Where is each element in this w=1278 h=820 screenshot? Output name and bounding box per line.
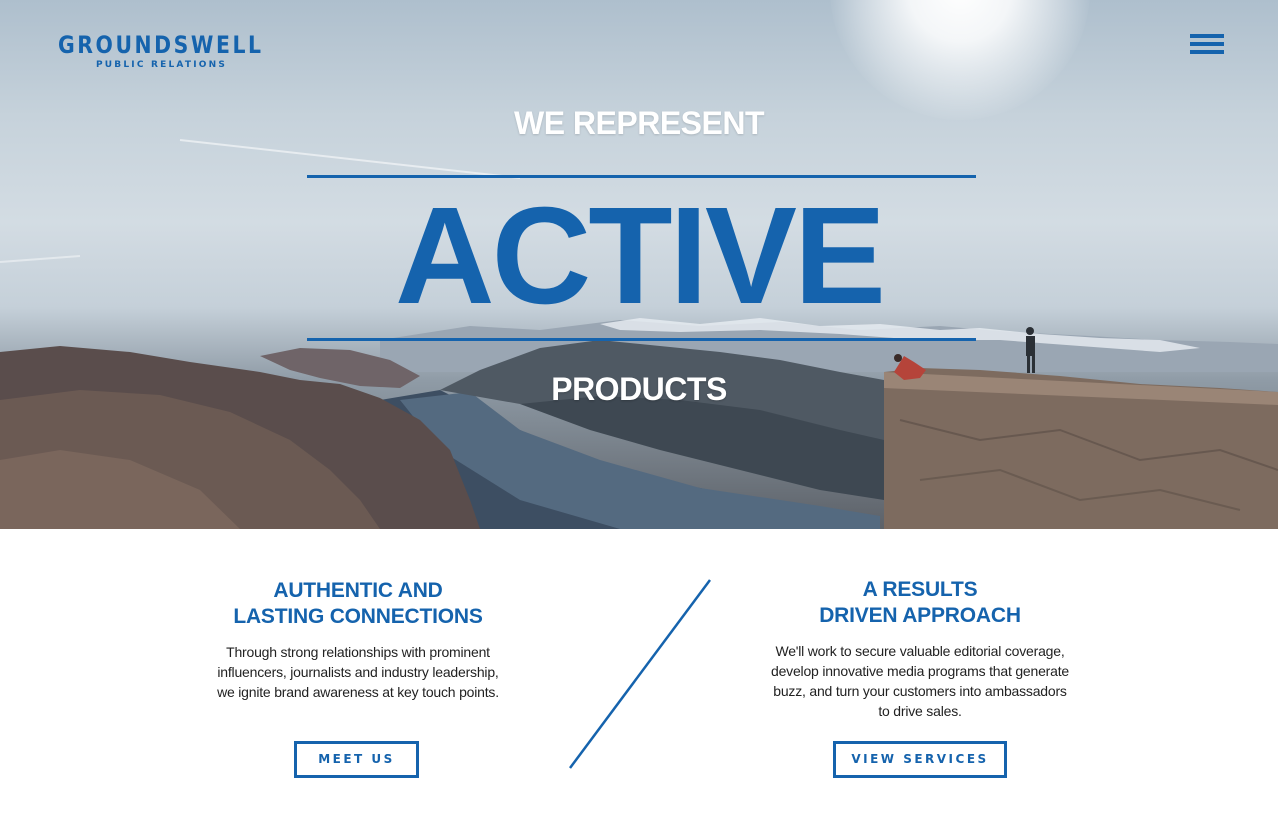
feature-title: A RESULTS DRIVEN APPROACH xyxy=(770,577,1070,629)
feature-description: We'll work to secure valuable editorial … xyxy=(770,643,1069,719)
diagonal-divider xyxy=(568,579,712,769)
hero-eyebrow: WE REPRESENT xyxy=(513,105,765,141)
hero-divider-top xyxy=(307,175,976,178)
menu-bar xyxy=(1190,34,1224,38)
menu-bar xyxy=(1190,42,1224,46)
feature-title: AUTHENTIC AND LASTING CONNECTIONS xyxy=(208,578,508,630)
hero-divider-bottom xyxy=(307,338,976,341)
brand-tagline: PUBLIC RELATIONS xyxy=(96,60,228,70)
meet-us-button[interactable]: MEET US xyxy=(294,741,419,778)
feature-description: Through strong relationships with promin… xyxy=(217,644,499,700)
feature-title-line: AUTHENTIC AND xyxy=(273,579,443,602)
brand-name: GROUNDSWELL xyxy=(58,31,264,59)
feature-title-line: A RESULTS xyxy=(862,578,978,601)
hamburger-menu-icon[interactable] xyxy=(1190,34,1224,56)
view-services-button[interactable]: VIEW SERVICES xyxy=(833,741,1007,778)
feature-approach: A RESULTS DRIVEN APPROACH We'll work to … xyxy=(770,577,1070,721)
feature-connections: AUTHENTIC AND LASTING CONNECTIONS Throug… xyxy=(208,578,508,702)
brand-logo[interactable]: GROUNDSWELL PUBLIC RELATIONS xyxy=(58,31,264,71)
menu-bar xyxy=(1190,50,1224,54)
feature-title-line: LASTING CONNECTIONS xyxy=(233,605,483,628)
hero-headline: ACTIVE xyxy=(394,179,886,333)
feature-title-line: DRIVEN APPROACH xyxy=(819,604,1021,627)
hero-subline: PRODUCTS xyxy=(551,371,727,407)
